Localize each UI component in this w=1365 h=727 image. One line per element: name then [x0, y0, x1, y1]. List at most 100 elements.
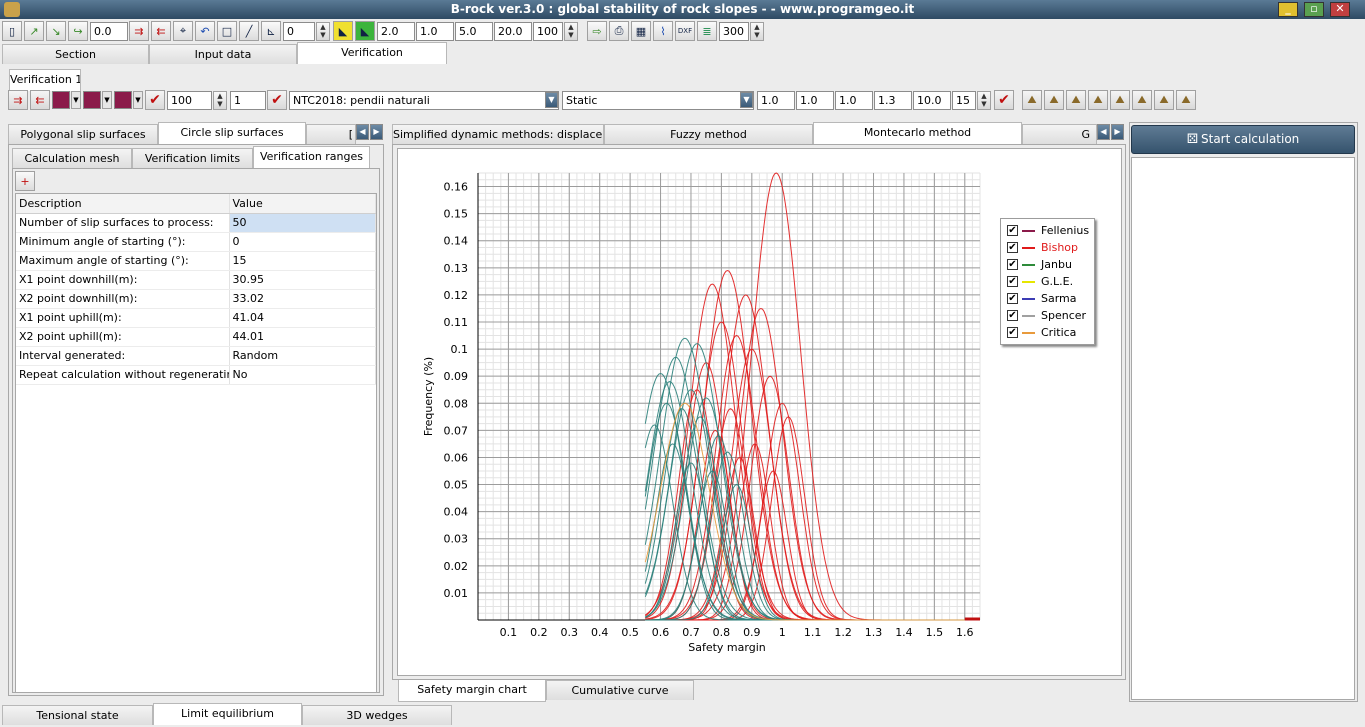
add-surface-icon[interactable]: ⇉ [8, 90, 28, 110]
color-dropdown-3[interactable]: ▼ [133, 91, 143, 109]
run-icon[interactable]: ⇨ [587, 21, 607, 41]
scale-input-3[interactable]: 5.0 [455, 21, 493, 41]
checkbox[interactable]: ✔ [1007, 242, 1018, 253]
tab-3d-wedges[interactable]: 3D wedges [302, 705, 452, 725]
color-dropdown-1[interactable]: ▼ [71, 91, 81, 109]
row-value[interactable]: 15 [229, 251, 376, 271]
row-value[interactable]: 33.02 [229, 289, 376, 309]
left-tabs-prev-icon[interactable]: ◀ [356, 124, 369, 140]
slope-tool-icon-4[interactable]: ⛰ [1088, 90, 1108, 110]
mode-chevron-down-icon[interactable]: ▼ [740, 92, 753, 108]
table-row[interactable]: X2 point downhill(m): 33.02 [16, 289, 376, 309]
slope-tool-icon-1[interactable]: ⛰ [1022, 90, 1042, 110]
slope-green-icon[interactable]: ◣ [355, 21, 375, 41]
param-input-4[interactable]: 1.3 [874, 90, 912, 110]
color-swatch-1[interactable] [52, 91, 70, 109]
slope-tool-icon-8[interactable]: ⛰ [1176, 90, 1196, 110]
legend-item-bishop[interactable]: ✔ Bishop [1001, 239, 1094, 256]
tab-cumulative-curve[interactable]: Cumulative curve [546, 680, 694, 700]
table-row[interactable]: Repeat calculation without regenerating … [16, 365, 376, 385]
start-calculation-button[interactable]: ⚄ Start calculation [1131, 125, 1355, 154]
axes-icon[interactable]: ⊾ [261, 21, 281, 41]
color-swatch-3[interactable] [114, 91, 132, 109]
remove-point-icon[interactable]: ⇇ [151, 21, 171, 41]
dxf-icon[interactable]: DXF [675, 21, 695, 41]
table-row[interactable]: X2 point uphill(m): 44.01 [16, 327, 376, 347]
undo-icon[interactable]: ↶ [195, 21, 215, 41]
slope-tool-icon-7[interactable]: ⛰ [1154, 90, 1174, 110]
chart-icon[interactable]: ⌇ [653, 21, 673, 41]
slope-yellow-icon[interactable]: ◣ [333, 21, 353, 41]
slope-tool-icon-2[interactable]: ⛰ [1044, 90, 1064, 110]
method-tabs-prev-icon[interactable]: ◀ [1097, 124, 1110, 140]
code-select[interactable]: NTC2018: pendii naturali [289, 90, 559, 110]
check-icon[interactable]: ✔ [145, 90, 165, 110]
scale-input-5[interactable]: 100 [533, 21, 563, 41]
tab-more-methods[interactable]: G [1022, 124, 1097, 144]
checkbox[interactable]: ✔ [1007, 225, 1018, 236]
scale-input-1[interactable]: 2.0 [377, 21, 415, 41]
param-input-2[interactable]: 1.0 [796, 90, 834, 110]
table-row[interactable]: Maximum angle of starting (°): 15 [16, 251, 376, 271]
angle-input[interactable]: 0 [283, 21, 315, 41]
tab-tensional-state[interactable]: Tensional state [2, 705, 153, 725]
param-input-1[interactable]: 1.0 [757, 90, 795, 110]
checkbox[interactable]: ✔ [1007, 276, 1018, 287]
scale-spinner[interactable]: ▲ ▼ [564, 21, 578, 41]
add-range-icon[interactable]: + [15, 171, 35, 191]
tab-verification-limits[interactable]: Verification limits [132, 148, 253, 168]
param-input-6[interactable]: 15 [952, 90, 976, 110]
mode-select[interactable]: Static [562, 90, 754, 110]
table-row[interactable]: Number of slip surfaces to process: 50 [16, 213, 376, 233]
param-input-3[interactable]: 1.0 [835, 90, 873, 110]
legend-item-spencer[interactable]: ✔ Spencer [1001, 307, 1094, 324]
table-icon[interactable]: ▦ [631, 21, 651, 41]
legend-item-janbu[interactable]: ✔ Janbu [1001, 256, 1094, 273]
legend-item-fellenius[interactable]: ✔ Fellenius [1001, 222, 1094, 239]
legend-item-sarma[interactable]: ✔ Sarma [1001, 290, 1094, 307]
tab-montecarlo-method[interactable]: Montecarlo method [813, 122, 1022, 144]
add-point-icon[interactable]: ⇉ [129, 21, 149, 41]
tab-calculation-mesh[interactable]: Calculation mesh [12, 148, 132, 168]
scale-input-2[interactable]: 1.0 [416, 21, 454, 41]
tab-limit-equilibrium[interactable]: Limit equilibrium [153, 703, 302, 725]
minimize-icon[interactable]: _ [1278, 2, 1298, 17]
tab-verification[interactable]: Verification [297, 42, 447, 64]
slope-tool-icon-5[interactable]: ⛰ [1110, 90, 1130, 110]
apply-index-icon[interactable]: ✔ [267, 90, 287, 110]
slope-tool-icon-3[interactable]: ⛰ [1066, 90, 1086, 110]
table-row[interactable]: Minimum angle of starting (°): 0 [16, 232, 376, 252]
maximize-icon[interactable]: ▫ [1304, 2, 1324, 17]
resolution-spinner[interactable]: ▲ ▼ [750, 21, 764, 41]
tab-section[interactable]: Section [2, 44, 149, 64]
tab-input-data[interactable]: Input data [149, 44, 297, 64]
tab-more[interactable]: [ [306, 124, 356, 144]
color-swatch-2[interactable] [83, 91, 101, 109]
surface-index-input[interactable]: 1 [230, 90, 266, 110]
row-value[interactable]: Random [229, 346, 376, 366]
angle-spinner[interactable]: ▲ ▼ [316, 21, 330, 41]
method-tabs-next-icon[interactable]: ▶ [1111, 124, 1124, 140]
row-value[interactable]: 0 [229, 232, 376, 252]
tab-polygonal-slip[interactable]: Polygonal slip surfaces [8, 124, 158, 144]
resolution-input[interactable]: 300 [719, 21, 749, 41]
offset-input[interactable]: 0.0 [90, 21, 128, 41]
row-value[interactable]: No [229, 365, 376, 385]
checkbox[interactable]: ✔ [1007, 310, 1018, 321]
tab-safety-margin-chart[interactable]: Safety margin chart [398, 680, 546, 702]
legend-item-gle[interactable]: ✔ G.L.E. [1001, 273, 1094, 290]
table-row[interactable]: Interval generated: Random [16, 346, 376, 366]
scale-input-4[interactable]: 20.0 [494, 21, 532, 41]
apply-params-icon[interactable]: ✔ [994, 90, 1014, 110]
tab-circle-slip[interactable]: Circle slip surfaces [158, 122, 306, 144]
row-value[interactable]: 41.04 [229, 308, 376, 328]
rectangle-icon[interactable]: □ [217, 21, 237, 41]
surfaces-count-spinner[interactable]: ▲ ▼ [213, 90, 227, 110]
tab-fuzzy-method[interactable]: Fuzzy method [604, 124, 813, 144]
surfaces-count-input[interactable]: 100 [167, 90, 212, 110]
table-row[interactable]: X1 point uphill(m): 41.04 [16, 308, 376, 328]
open-file-icon[interactable]: ↗ [24, 21, 44, 41]
color-dropdown-2[interactable]: ▼ [102, 91, 112, 109]
param-input-5[interactable]: 10.0 [913, 90, 951, 110]
tab-verification-1[interactable]: Verification 1 [9, 69, 81, 91]
